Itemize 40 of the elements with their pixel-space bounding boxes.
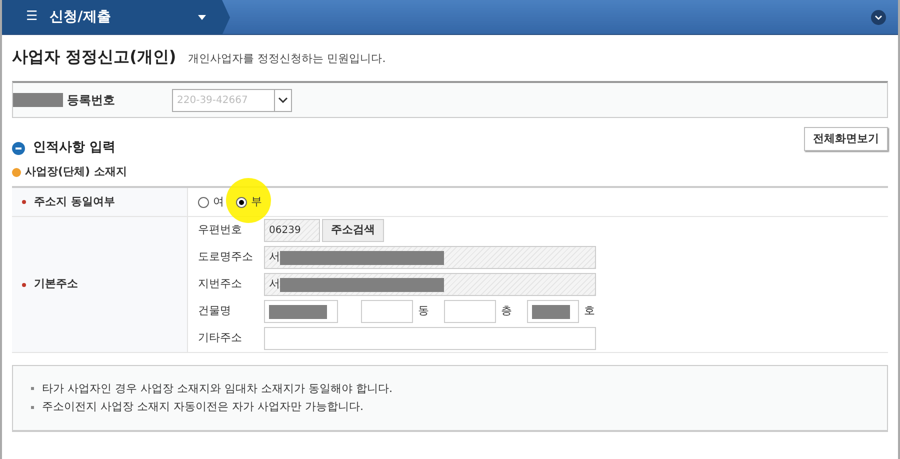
radio-option[interactable]: 부 (236, 194, 262, 210)
building-field[interactable] (264, 300, 338, 323)
address-field[interactable]: 서 (264, 246, 596, 269)
dong-field[interactable] (361, 300, 413, 323)
fullscreen-button[interactable]: 전체화면보기 (804, 127, 888, 151)
row-label: 주소지 동일여부 (34, 194, 115, 210)
redaction-bar (13, 93, 63, 107)
ho-field[interactable] (527, 300, 579, 323)
page-title: 사업자 정정신고(개인) (12, 46, 176, 68)
postal-code-field[interactable]: 06239 (264, 219, 320, 242)
menu-title: 신청/제출 (50, 8, 111, 26)
row-label: 기본주소 (34, 276, 78, 292)
collapse-icon[interactable] (871, 10, 886, 24)
bullet-icon (31, 406, 34, 409)
other-address-field[interactable] (264, 327, 596, 350)
unit-label: 층 (501, 303, 513, 320)
menu-icon: ☰ (26, 7, 38, 27)
address-search-button[interactable]: 주소검색 (322, 219, 384, 242)
redaction-bar (532, 304, 570, 318)
dropdown-icon (198, 14, 206, 20)
note-text: 주소이전지 사업장 소재지 자동이전은 자가 사업자만 가능합니다. (42, 399, 364, 415)
section-icon (12, 142, 25, 154)
note-text: 타가 사업자인 경우 사업장 소재지와 임대차 소재지가 동일해야 합니다. (42, 380, 392, 396)
unit-label: 호 (584, 303, 595, 320)
field-label: 지번주소 (198, 276, 243, 292)
address-field[interactable]: 서 (264, 273, 596, 296)
page-description: 개인사업자를 정정신청하는 민원입니다. (188, 51, 386, 67)
field-label: 건물명 (198, 303, 232, 320)
bullet-icon (12, 168, 21, 176)
floor-field[interactable] (444, 300, 496, 323)
unit-label: 동 (418, 303, 430, 320)
section-title: 인적사항 입력 (33, 139, 116, 158)
field-label: 우편번호 (198, 222, 243, 238)
subsection-title: 사업장(단체) 소재지 (25, 164, 127, 180)
field-label: 등록번호 (67, 92, 116, 109)
redaction-bar (269, 304, 327, 318)
field-label: 기타주소 (198, 330, 243, 346)
field-label: 도로명주소 (198, 249, 254, 266)
radio-option[interactable]: 여 (198, 194, 224, 210)
bullet-icon (31, 387, 34, 390)
